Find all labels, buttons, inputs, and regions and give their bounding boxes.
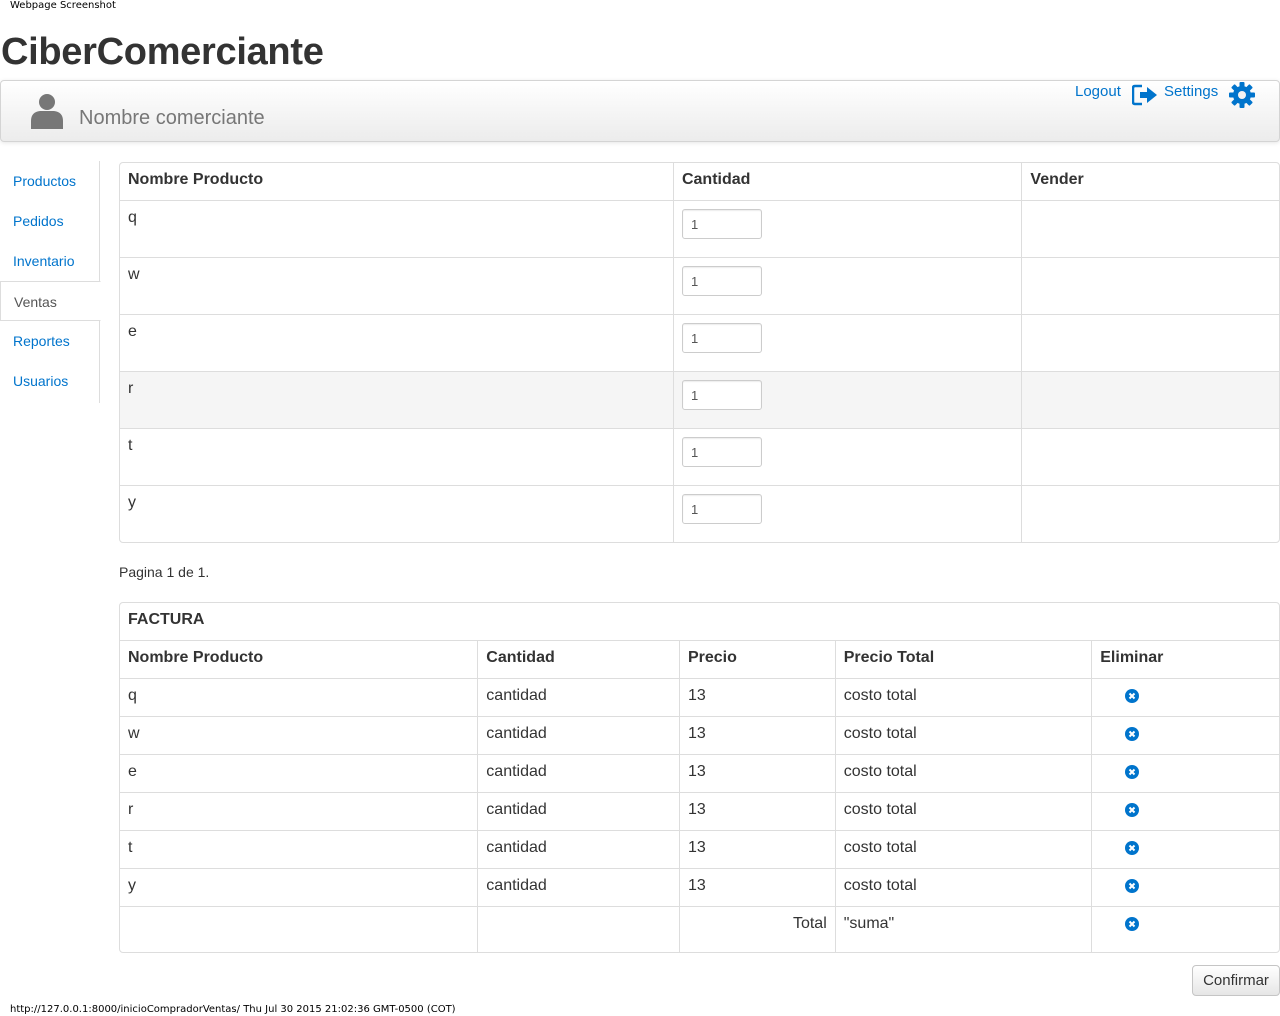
item-price: 13 [678,792,835,830]
total-label: Total [678,906,835,952]
remove-icon[interactable] [1125,727,1140,741]
product-name: y [120,485,673,542]
product-name: e [120,314,673,371]
total-value: "suma" [834,906,1092,952]
item-quantity: cantidad [477,868,679,906]
item-total: costo total [834,868,1092,906]
item-price: 13 [678,678,835,716]
quantity-input[interactable] [681,494,762,524]
print-header: Webpage Screenshot [10,0,116,11]
item-total: costo total [834,678,1092,716]
remove-icon[interactable] [1125,841,1140,855]
item-quantity: cantidad [477,754,679,792]
remove-icon[interactable] [1125,765,1140,779]
column-header: Precio [678,640,835,678]
logout-link[interactable]: Logout [1075,83,1121,100]
column-header: Nombre Producto [120,640,478,678]
table-row: q cantidad 13 costo total [120,678,1279,716]
item-name: y [120,868,478,906]
sell-cell [1021,257,1279,314]
table-row: t [120,428,1279,485]
invoice-caption: FACTURA [128,611,205,628]
table-row: w cantidad 13 costo total [120,716,1279,754]
product-name: q [120,200,673,257]
item-quantity: cantidad [477,716,679,754]
remove-icon[interactable] [1125,917,1140,931]
sidebar-item-pedidos[interactable]: Pedidos [0,201,100,241]
sell-cell [1021,485,1279,542]
total-row: Total "suma" [120,906,1279,952]
column-header: Precio Total [834,640,1092,678]
confirm-button[interactable]: Confirmar [1192,965,1280,996]
sidebar-item-reportes[interactable]: Reportes [0,321,100,361]
sidebar-nav: Productos Pedidos Inventario Ventas Repo… [0,161,101,403]
table-row: e cantidad 13 costo total [120,754,1279,792]
table-row: e [120,314,1279,371]
products-table: Nombre Producto Cantidad Vender q w e r … [119,162,1280,543]
table-row: y cantidad 13 costo total [120,868,1279,906]
brand-title: CiberComerciante [1,31,324,73]
column-header: Cantidad [672,163,1021,200]
item-name: w [120,716,478,754]
quantity-input[interactable] [681,323,762,353]
column-header: Nombre Producto [128,171,264,188]
remove-icon[interactable] [1125,803,1140,817]
sell-cell [1021,200,1279,257]
column-header: Eliminar [1091,640,1279,678]
column-header: Cantidad [477,640,679,678]
quantity-input[interactable] [681,380,762,410]
item-price: 13 [678,868,835,906]
item-price: 13 [678,754,835,792]
table-row: w [120,257,1279,314]
sidebar-item-inventario[interactable]: Inventario [0,241,100,281]
column-header: Vender [1021,163,1279,200]
product-name: t [120,428,673,485]
item-name: q [120,678,478,716]
remove-icon[interactable] [1125,879,1140,893]
product-name: r [120,371,673,428]
table-row: q [120,200,1279,257]
print-footer: http://127.0.0.1:8000/inicioCompradorVen… [10,1004,456,1015]
item-name: t [120,830,478,868]
sidebar-item-usuarios[interactable]: Usuarios [0,361,100,401]
sidebar-item-productos[interactable]: Productos [0,161,100,201]
item-quantity: cantidad [477,792,679,830]
item-quantity: cantidad [477,830,679,868]
item-name: e [120,754,478,792]
pagination-text: Pagina 1 de 1. [119,564,210,580]
sell-cell [1021,314,1279,371]
item-total: costo total [834,754,1092,792]
item-name: r [120,792,478,830]
sidebar-item-ventas[interactable]: Ventas [0,281,101,321]
gear-icon[interactable] [1228,81,1256,109]
navbar: Nombre comerciante Logout Settings [0,80,1280,142]
sell-cell [1021,428,1279,485]
table-row: t cantidad 13 costo total [120,830,1279,868]
invoice-table: FACTURA Nombre Producto Cantidad Precio … [119,602,1280,953]
item-quantity: cantidad [477,678,679,716]
item-total: costo total [834,716,1092,754]
product-name: w [120,257,673,314]
quantity-input[interactable] [681,209,762,239]
logout-icon[interactable] [1132,84,1158,106]
settings-link[interactable]: Settings [1164,83,1218,100]
table-row: r cantidad 13 costo total [120,792,1279,830]
remove-icon[interactable] [1125,689,1140,703]
item-price: 13 [678,716,835,754]
item-price: 13 [678,830,835,868]
item-total: costo total [834,792,1092,830]
quantity-input[interactable] [681,437,762,467]
merchant-name: Nombre comerciante [79,107,265,129]
quantity-input[interactable] [681,266,762,296]
table-row: r [120,371,1279,428]
item-total: costo total [834,830,1092,868]
table-row: y [120,485,1279,542]
user-icon [31,94,63,129]
sell-cell [1021,371,1279,428]
